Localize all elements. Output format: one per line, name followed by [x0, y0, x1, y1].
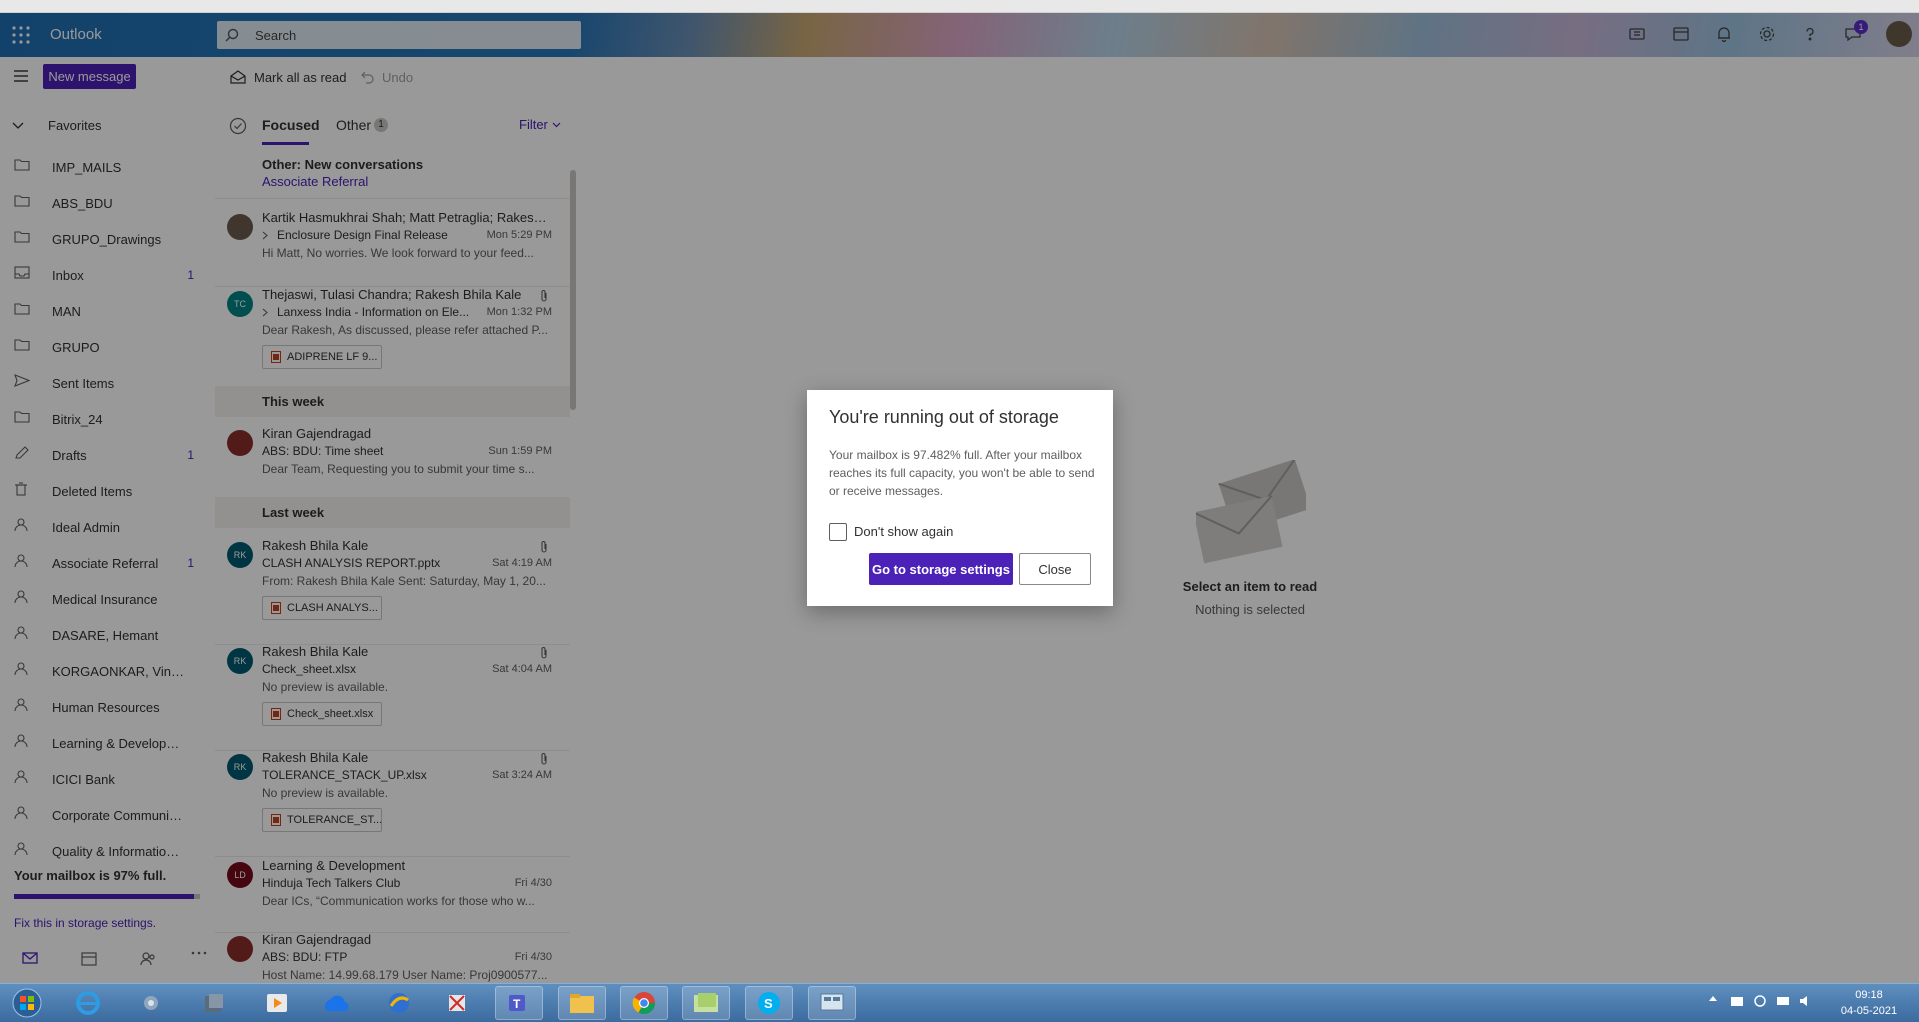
- clock-time: 09:18: [1855, 989, 1883, 1001]
- windows-taskbar: T S 09:18 04-05-2021: [0, 983, 1919, 1022]
- file-manager-icon[interactable]: [190, 986, 238, 1020]
- dont-show-again-label[interactable]: Don't show again: [854, 524, 953, 539]
- internet-explorer-icon[interactable]: [64, 986, 112, 1020]
- svg-text:S: S: [764, 996, 773, 1011]
- tray-sync-icon[interactable]: [1753, 994, 1767, 1008]
- start-button-icon[interactable]: [2, 986, 52, 1020]
- dialog-title: You're running out of storage: [829, 407, 1059, 427]
- tray-app-icon[interactable]: [1730, 994, 1744, 1008]
- dont-show-again-checkbox[interactable]: [829, 523, 847, 541]
- chrome-icon[interactable]: [620, 986, 668, 1020]
- browser-app-icon[interactable]: [375, 986, 423, 1020]
- control-panel-icon[interactable]: [808, 986, 856, 1020]
- file-explorer-icon[interactable]: [558, 986, 606, 1020]
- network-app-icon[interactable]: [127, 986, 175, 1020]
- teams-icon[interactable]: T: [495, 986, 543, 1020]
- onedrive-icon[interactable]: [313, 986, 361, 1020]
- go-to-storage-settings-button[interactable]: Go to storage settings: [869, 553, 1013, 585]
- snipping-tool-icon[interactable]: [433, 986, 481, 1020]
- skype-icon[interactable]: S: [745, 986, 793, 1020]
- sticky-notes-icon[interactable]: [682, 986, 730, 1020]
- browser-tab-strip: [0, 0, 1919, 13]
- dialog-body: Your mailbox is 97.482% full. After your…: [829, 448, 1095, 498]
- clock-date: 04-05-2021: [1840, 1005, 1898, 1017]
- storage-warning-dialog: You're running out of storage Your mailb…: [807, 390, 1113, 606]
- media-player-icon[interactable]: [253, 986, 301, 1020]
- network-icon[interactable]: [1776, 994, 1790, 1008]
- show-hidden-icons-icon[interactable]: [1708, 994, 1718, 1002]
- taskbar-clock[interactable]: 09:18 04-05-2021: [1830, 987, 1908, 1019]
- volume-icon[interactable]: [1799, 994, 1813, 1008]
- close-button[interactable]: Close: [1019, 553, 1091, 585]
- svg-text:T: T: [513, 997, 521, 1011]
